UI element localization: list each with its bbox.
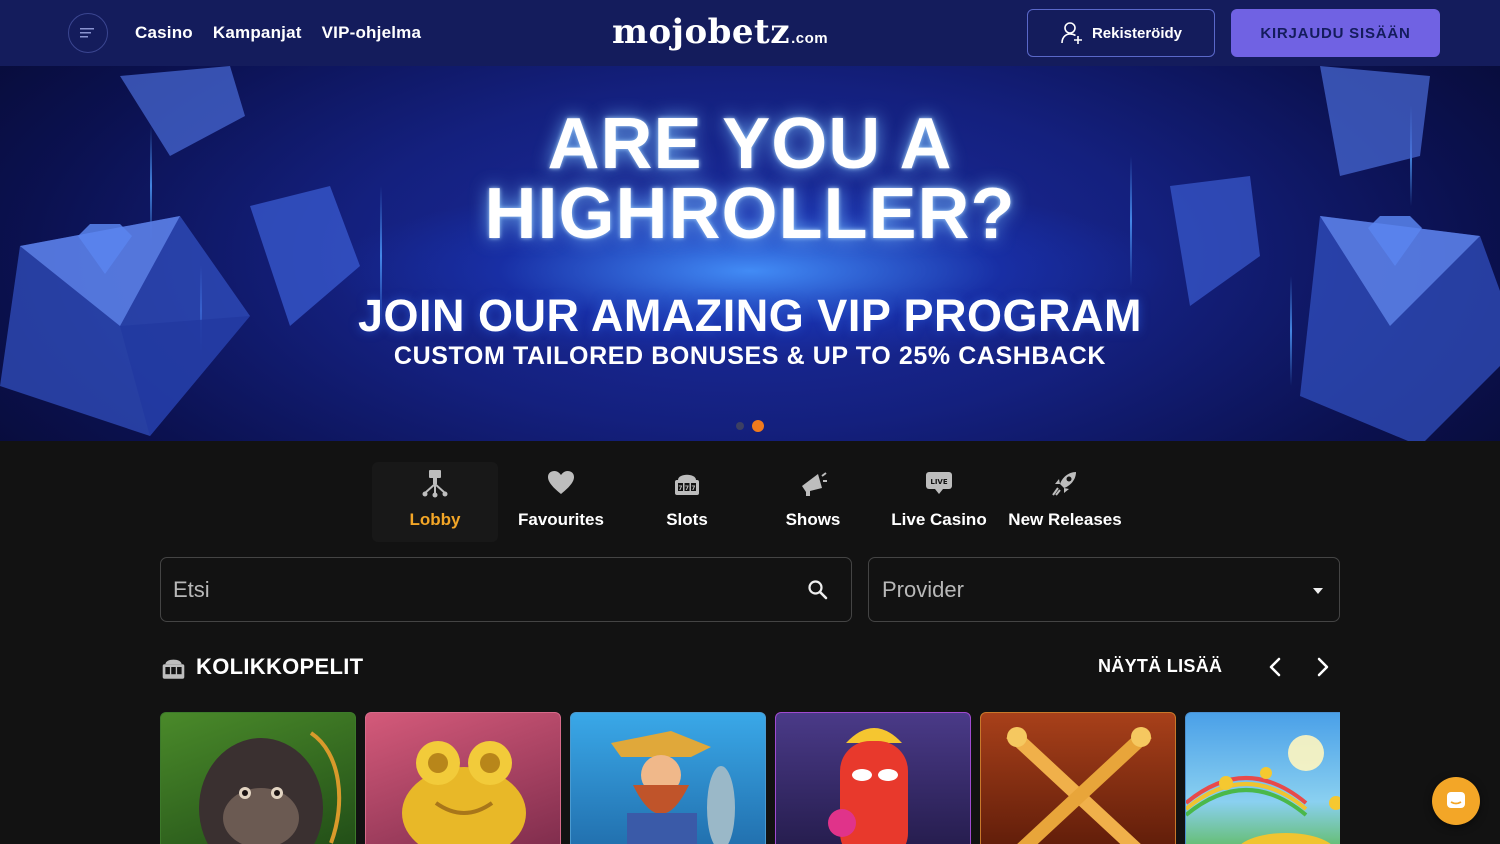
svg-text:7: 7 bbox=[678, 485, 682, 492]
chat-support-button[interactable] bbox=[1432, 777, 1480, 825]
game-card-golden-swords[interactable] bbox=[980, 712, 1176, 844]
fisherman-game-art bbox=[611, 731, 735, 844]
category-tabs: Lobby Favourites 7 7 7 Slots Shows LIVE bbox=[372, 462, 1128, 542]
heart-icon bbox=[548, 471, 574, 494]
nav-link-promotions[interactable]: Kampanjat bbox=[213, 23, 302, 43]
svg-text:LIVE: LIVE bbox=[930, 478, 947, 486]
carousel-dot-1[interactable] bbox=[736, 422, 744, 430]
section-header-slots: KOLIKKOPELIT NÄYTÄ LISÄÄ bbox=[160, 650, 1340, 684]
game-card-golden-frog[interactable] bbox=[365, 712, 561, 844]
tab-favourites[interactable]: Favourites bbox=[498, 462, 624, 542]
hero-title-line1: ARE YOU A bbox=[547, 104, 953, 184]
chevron-right-icon[interactable] bbox=[1308, 653, 1336, 681]
tab-new-releases[interactable]: New Releases bbox=[1002, 462, 1128, 542]
nav-link-vip[interactable]: VIP-ohjelma bbox=[322, 23, 422, 43]
provider-label: Provider bbox=[882, 577, 964, 602]
game-card-pot-of-gold[interactable] bbox=[1185, 712, 1340, 844]
chat-icon bbox=[1447, 792, 1465, 808]
hero-subtitle: JOIN OUR AMAZING VIP PROGRAM bbox=[357, 290, 1143, 341]
tab-live-casino-label: Live Casino bbox=[891, 510, 987, 529]
tab-shows-label: Shows bbox=[785, 510, 841, 529]
tab-lobby-label: Lobby bbox=[409, 510, 461, 529]
slot-machine-icon bbox=[162, 659, 185, 679]
tab-slots-label: Slots bbox=[666, 510, 708, 529]
hero-title-line2: HIGHROLLER? bbox=[484, 174, 1016, 254]
register-label: Rekisteröidy bbox=[1091, 24, 1183, 42]
tab-slots[interactable]: 7 7 7 Slots bbox=[624, 462, 750, 542]
tab-lobby[interactable]: Lobby bbox=[372, 462, 498, 542]
add-user-icon bbox=[1061, 22, 1082, 44]
chevron-left-icon[interactable] bbox=[1262, 653, 1290, 681]
svg-text:7: 7 bbox=[685, 485, 689, 492]
gorilla-game-art bbox=[199, 731, 342, 844]
menu-button[interactable] bbox=[68, 13, 108, 53]
logo-text: mojobetz bbox=[612, 12, 791, 52]
top-navigation-bar: Casino Kampanjat VIP-ohjelma mojobetz.co… bbox=[0, 0, 1500, 66]
tab-shows[interactable]: Shows bbox=[750, 462, 876, 542]
slot-machine-icon: 7 7 7 bbox=[675, 474, 699, 495]
game-card-fisherman[interactable] bbox=[570, 712, 766, 844]
megaphone-icon bbox=[802, 472, 827, 496]
pot-of-gold-game-art bbox=[1186, 735, 1340, 844]
rocket-icon bbox=[1052, 472, 1076, 496]
search-input[interactable] bbox=[173, 558, 793, 621]
carousel-dot-2-active[interactable] bbox=[752, 420, 764, 432]
game-card-hotdog[interactable] bbox=[775, 712, 971, 844]
show-more-link[interactable]: NÄYTÄ LISÄÄ bbox=[1098, 656, 1222, 677]
game-card-gorilla[interactable] bbox=[160, 712, 356, 844]
section-title: KOLIKKOPELIT bbox=[196, 654, 364, 679]
tab-live-casino[interactable]: LIVE Live Casino bbox=[876, 462, 1002, 542]
register-button[interactable]: Rekisteröidy bbox=[1027, 9, 1215, 57]
game-carousel bbox=[160, 712, 1340, 844]
hero-banner[interactable]: ARE YOU A HIGHROLLER? JOIN OUR AMAZING V… bbox=[0, 66, 1500, 441]
menu-lines-icon bbox=[80, 28, 94, 38]
lobby-icon bbox=[422, 470, 448, 498]
carousel-dots bbox=[0, 420, 1500, 432]
login-button[interactable]: KIRJAUDU SISÄÄN bbox=[1231, 9, 1440, 57]
golden-frog-game-art bbox=[402, 741, 526, 844]
provider-dropdown[interactable]: Provider bbox=[868, 557, 1340, 622]
tab-favourites-label: Favourites bbox=[518, 510, 604, 529]
tab-new-releases-label: New Releases bbox=[1008, 510, 1122, 529]
live-icon: LIVE bbox=[926, 472, 952, 494]
site-logo[interactable]: mojobetz.com bbox=[612, 12, 828, 59]
svg-text:7: 7 bbox=[691, 485, 695, 492]
search-box bbox=[160, 557, 852, 622]
hero-subtitle-secondary: CUSTOM TAILORED BONUSES & UP TO 25% CASH… bbox=[393, 342, 1107, 370]
golden-swords-game-art bbox=[1006, 727, 1152, 844]
chevron-down-icon bbox=[1313, 588, 1323, 594]
nav-link-casino[interactable]: Casino bbox=[135, 23, 193, 43]
main-nav: Casino Kampanjat VIP-ohjelma bbox=[135, 0, 421, 66]
hotdog-game-art bbox=[828, 728, 908, 844]
search-icon[interactable] bbox=[807, 579, 829, 601]
logo-suffix: .com bbox=[791, 30, 829, 47]
